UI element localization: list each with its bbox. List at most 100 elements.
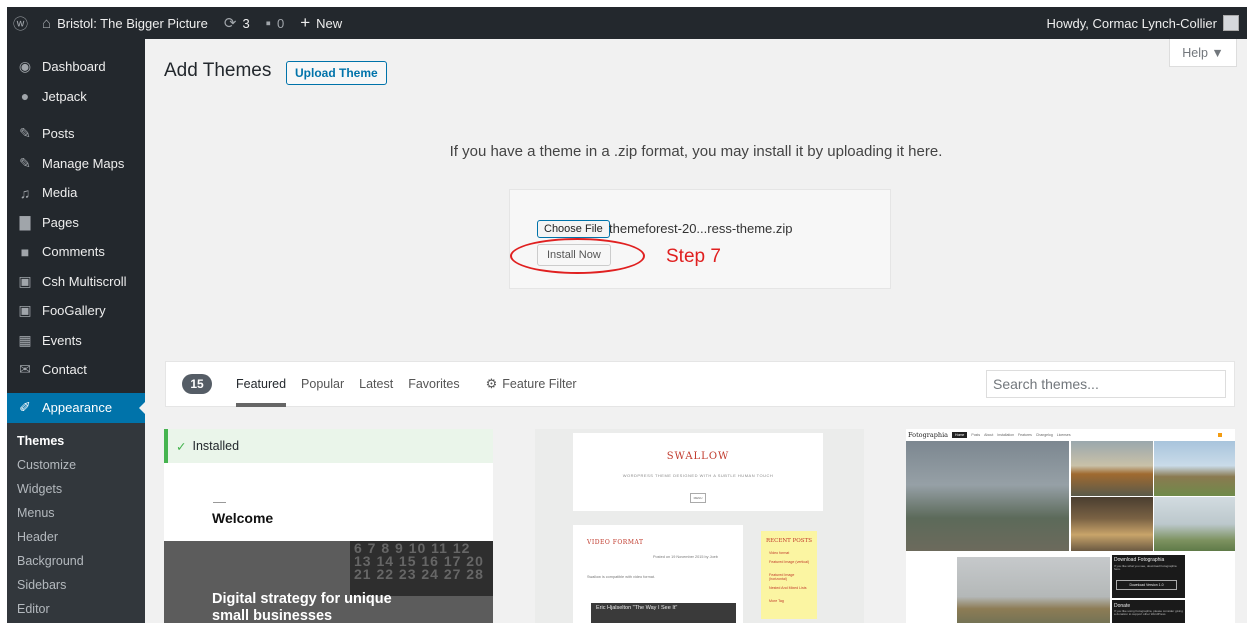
tab-featured[interactable]: Featured [236,361,287,407]
recent-posts-widget: RECENT POSTS Video format Featured Image… [761,531,817,619]
sidebar-item-pages[interactable]: ▇ Pages [7,208,145,238]
checkmark-icon: ✓ [176,439,187,454]
theme-count-badge: 15 [182,374,212,394]
sidebar-item-label: Events [42,332,82,348]
site-name-link[interactable]: ⌂ Bristol: The Bigger Picture [34,7,216,39]
gallery-icon: ▣ [18,302,32,319]
video-embed: Eric Hjalselton "The Way I See It" [591,603,736,623]
plus-icon: + [300,13,311,32]
sidebar-item-media[interactable]: ♫ Media [7,178,145,208]
home-icon: ⌂ [42,14,52,32]
sidebar-item-comments[interactable]: ■ Comments [7,237,145,267]
updates-link[interactable]: ⟳ 3 [216,7,258,39]
nav-link: Home [952,432,968,438]
upload-instructions: If you have a theme in a .zip format, yo… [449,143,943,160]
admin-sidebar: ◉ Dashboard ● Jetpack ✎ Posts ✎ Manage M… [7,39,146,623]
nav-link: Features [1018,433,1032,437]
theme-preview-heading: Digital strategy for unique small busine… [212,591,392,623]
feature-filter-button[interactable]: ⚙ Feature Filter [486,361,577,407]
preview-photo-model [1071,497,1153,551]
pin-icon: ✎ [19,154,31,171]
sidebar-item-events[interactable]: ▦ Events [7,326,145,356]
preview-photo-freight [957,557,1110,623]
selected-file-name: themeforest-20...ress-theme.zip [609,221,793,236]
donate-widget: Donate If you like using Fotographia, pl… [1112,600,1185,623]
jetpack-icon: ● [20,88,30,105]
choose-file-button[interactable]: Choose File [537,220,610,238]
submenu-item-menus[interactable]: Menus [7,501,145,525]
sidebar-item-appearance[interactable]: ✐ Appearance [7,392,146,423]
tab-popular[interactable]: Popular [301,361,344,407]
admin-bar: ⓦ ⌂ Bristol: The Bigger Picture ⟳ 3 ▪ 0 … [7,7,1247,39]
recent-posts-title: RECENT POSTS [765,538,813,544]
tab-favorites[interactable]: Favorites [408,361,459,407]
theme-filter-bar: 15 Featured Popular Latest Favorites ⚙ F… [165,361,1235,407]
submenu-item-themes[interactable]: Themes [7,429,145,453]
comments-count: 0 [277,15,285,31]
recent-post-link: More Tag [769,599,784,603]
nav-link: Installation [997,433,1015,437]
theme-preview-brand: Fotographia [908,431,949,439]
theme-preview-tagline: WORDPRESS THEME DESIGNED WITH A SUBTLE H… [622,473,774,478]
search-themes-input[interactable] [986,370,1226,398]
appearance-submenu: Themes Customize Widgets Menus Header Ba… [7,422,145,623]
annotation-circle [510,238,645,274]
new-content-link[interactable]: + New [292,7,350,39]
nav-link: Posts [971,433,981,437]
calendar-icon: ▦ [18,331,32,348]
page-title: Add Themes [164,60,272,81]
gallery-icon: ▣ [18,272,32,289]
dashboard-icon: ◉ [18,58,32,75]
installed-label: Installed [192,439,240,453]
sidebar-item-contact[interactable]: ✉ Contact [7,355,145,385]
theme-card-fotographia[interactable]: Fotographia Home Posts About Installatio… [906,429,1235,623]
post-title: VIDEO FORMAT [587,539,644,546]
sidebar-item-label: FooGallery [42,303,106,319]
avatar [1223,15,1239,31]
upload-theme-button[interactable]: Upload Theme [286,61,387,85]
submenu-item-background[interactable]: Background [7,549,145,573]
help-tab[interactable]: Help ▼ [1169,39,1237,67]
nav-link: About [984,433,994,437]
main-content: Help ▼ Add Themes Upload Theme If you ha… [145,39,1247,623]
media-icon: ♫ [19,184,31,201]
submenu-item-editor[interactable]: Editor [7,597,145,621]
comments-link[interactable]: ▪ 0 [258,7,293,39]
submenu-item-sidebars[interactable]: Sidebars [7,573,145,597]
sidebar-item-label: Pages [42,214,79,230]
annotation-label: Step 7 [666,246,721,267]
sidebar-item-dashboard[interactable]: ◉ Dashboard [7,52,145,82]
mail-icon: ✉ [19,361,31,378]
post-meta: Posted on 19 November 2015 by Joeb [653,555,718,559]
theme-card-swallow[interactable]: SWALLOW WORDPRESS THEME DESIGNED WITH A … [535,429,864,623]
preview-photo-station [1154,441,1235,496]
sidebar-item-foogallery[interactable]: ▣ FooGallery [7,296,145,326]
rss-icon [1218,433,1222,437]
submenu-item-widgets[interactable]: Widgets [7,477,145,501]
sidebar-item-jetpack[interactable]: ● Jetpack [7,82,145,112]
sidebar-item-label: Jetpack [42,88,87,104]
comment-icon: ■ [20,243,30,260]
sidebar-item-manage-maps[interactable]: ✎ Manage Maps [7,149,145,179]
download-title: Download Fotographia [1114,557,1165,563]
tab-latest[interactable]: Latest [359,361,393,407]
divider [213,502,226,503]
nav-link: Licenses [1056,433,1071,437]
download-widget: Download Fotographia If you like what yo… [1112,555,1185,598]
sidebar-item-posts[interactable]: ✎ Posts [7,119,145,149]
sidebar-item-csh-multiscroll[interactable]: ▣ Csh Multiscroll [7,267,145,297]
new-label: New [316,15,343,31]
brush-icon: ✐ [19,399,31,415]
submenu-item-header[interactable]: Header [7,525,145,549]
updates-count: 3 [242,15,250,31]
theme-card-installed[interactable]: ✓ Installed Welcome 6 7 8 9 10 11 12 13 … [164,429,493,623]
theme-preview-header: SWALLOW WORDPRESS THEME DESIGNED WITH A … [573,433,823,511]
wordpress-logo-icon[interactable]: ⓦ [7,7,34,39]
donate-note: If you like using Fotographia, please co… [1114,609,1183,617]
pin-icon: ✎ [19,125,31,142]
account-menu[interactable]: Howdy, Cormac Lynch-Collier [1039,7,1248,39]
installed-notice: ✓ Installed [164,429,493,463]
sidebar-item-label: Comments [42,244,105,260]
preview-photo-train [906,441,1069,551]
submenu-item-customize[interactable]: Customize [7,453,145,477]
